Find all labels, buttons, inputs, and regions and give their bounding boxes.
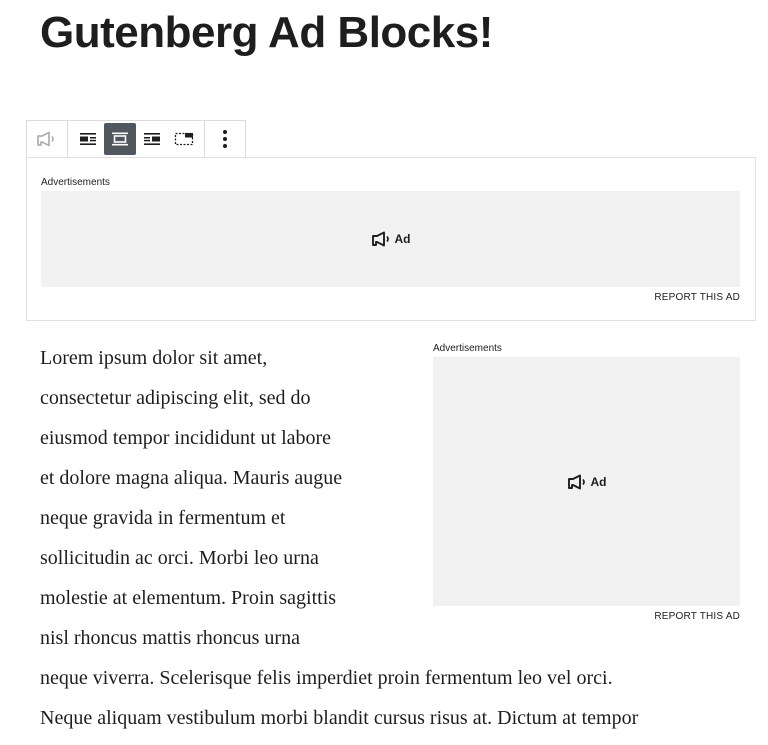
align-right-icon [144,133,160,145]
align-right-button[interactable] [136,123,168,155]
paragraph-line: neque gravida in fermentum et [40,507,286,529]
paragraph-line: Lorem ipsum dolor sit amet, [40,347,268,369]
report-ad-link[interactable]: REPORT THIS AD [654,611,740,622]
alignment-group [68,121,205,157]
block-toolbar [26,120,246,158]
align-center-icon [112,132,128,146]
paragraph-line: Neque aliquam vestibulum morbi blandit c… [40,707,639,729]
paragraph-line: consectetur adipiscing elit, sed do [40,387,311,409]
paragraph-line: sollicitudin ac orci. Morbi leo urna [40,547,319,569]
page-title[interactable]: Gutenberg Ad Blocks! [40,6,493,60]
wide-width-button[interactable] [168,123,200,155]
align-left-icon [80,133,96,145]
block-type-group [27,121,68,157]
ad-label: Advertisements [41,177,110,188]
ad-placeholder: Ad [41,191,740,287]
paragraph-line: eiusmod tempor incididunt ut labore [40,427,332,449]
more-options-button[interactable] [209,123,241,155]
ad-badge-label: Ad [394,232,411,246]
paragraph-line: molestie at elementum. Proin sagittis [40,587,337,609]
options-group [205,121,245,157]
megaphone-icon [371,231,389,247]
paragraph-line: neque viverra. Scelerisque felis imperdi… [40,667,613,689]
align-left-button[interactable] [72,123,104,155]
ad-badge: Ad [371,231,411,247]
ad-block-type-button[interactable] [31,123,63,155]
report-ad-link[interactable]: REPORT THIS AD [654,292,740,303]
megaphone-icon [37,131,54,147]
more-vertical-icon [223,130,227,148]
paragraph-line: et dolore magna aliqua. Mauris augue [40,467,343,489]
paragraph-line: nisl rhoncus mattis rhoncus urna [40,627,300,649]
align-center-button[interactable] [104,123,136,155]
paragraph[interactable]: Lorem ipsum dolor sit amet, consectetur … [40,338,638,738]
wide-width-icon [174,132,194,146]
